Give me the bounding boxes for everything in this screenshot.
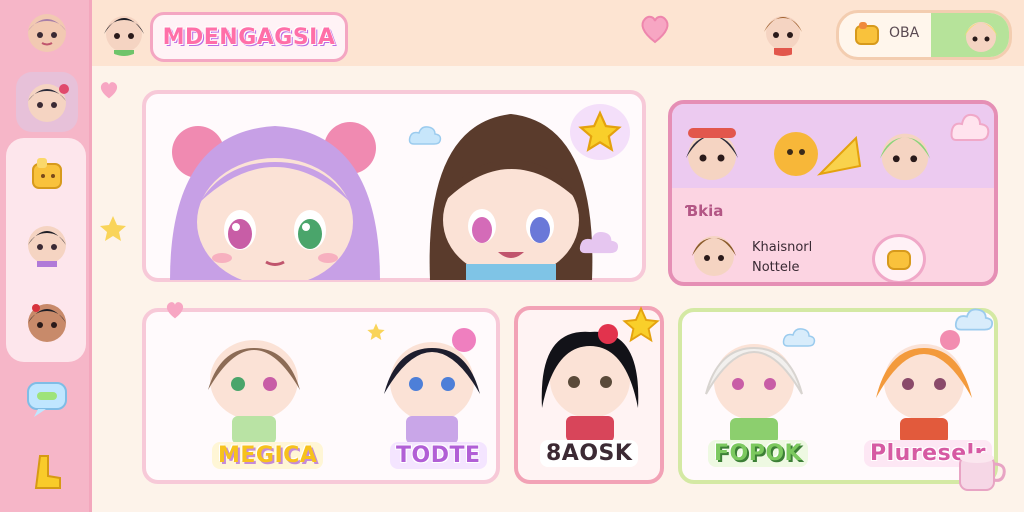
hero-card[interactable] xyxy=(142,90,646,282)
event-join-button[interactable] xyxy=(872,234,926,282)
event-description: Khaisnorl Nottele xyxy=(752,238,812,278)
heart-icon xyxy=(166,302,184,319)
avatar-icon xyxy=(686,128,738,180)
sidebar-item-profile[interactable] xyxy=(16,2,78,62)
heart-icon xyxy=(100,82,118,99)
sidebar-item-friend-2[interactable] xyxy=(16,292,78,352)
cloud-icon xyxy=(408,126,442,145)
friend-avatar[interactable] xyxy=(758,6,808,56)
character-sprite xyxy=(208,340,300,444)
sidebar-item-chat[interactable] xyxy=(16,72,78,132)
bread-icon xyxy=(887,250,911,270)
character-card-group[interactable]: FOPOK Plureselr xyxy=(678,308,998,484)
star-icon xyxy=(578,110,622,152)
character-portrait xyxy=(170,122,380,280)
cloud-icon xyxy=(579,231,619,254)
avatar-icon xyxy=(28,304,66,342)
app-logo: MDENGAGSIA xyxy=(150,12,348,62)
character-card-group[interactable]: MEGICA TODTE xyxy=(142,308,500,484)
status-label: OBA xyxy=(889,25,920,41)
avatar-icon xyxy=(964,22,998,52)
sidebar-item-more[interactable] xyxy=(16,442,78,502)
character-name: FOPOK xyxy=(708,440,809,467)
cloud-icon xyxy=(782,328,816,347)
star-icon xyxy=(100,216,126,241)
sidebar-item-messages[interactable] xyxy=(16,370,78,430)
speech-bubble-icon xyxy=(27,382,67,417)
avatar-icon xyxy=(879,133,931,181)
avatar-icon xyxy=(28,84,69,122)
bread-icon xyxy=(32,158,62,189)
avatar-icon xyxy=(100,8,148,56)
avatar-icon xyxy=(28,226,66,267)
star-bubble[interactable] xyxy=(570,104,630,160)
sidebar-item-friend-1[interactable] xyxy=(16,214,78,274)
character-name: 8AOSK xyxy=(540,440,639,467)
star-icon xyxy=(367,323,385,340)
character-name: TODTE xyxy=(390,442,487,469)
character-name: MEGICA xyxy=(212,442,324,469)
character-sprite xyxy=(876,330,972,444)
heart-icon xyxy=(641,15,669,44)
event-tag: Ɓkia xyxy=(686,202,724,220)
avatar-icon xyxy=(764,16,802,56)
boot-icon xyxy=(34,455,61,489)
bread-icon xyxy=(855,22,879,45)
cup-icon xyxy=(959,453,1006,491)
sidebar-item-shop[interactable] xyxy=(16,144,78,204)
user-avatar[interactable] xyxy=(100,8,148,56)
sidebar xyxy=(0,0,92,512)
star-icon xyxy=(622,306,660,343)
cloud-icon xyxy=(954,308,994,331)
event-card[interactable]: Ɓkia Khaisnorl Nottele xyxy=(668,100,998,286)
avatar-icon xyxy=(692,236,736,276)
event-line: Nottele xyxy=(752,260,800,275)
character-card[interactable]: 8AOSK xyxy=(514,306,664,484)
status-pill[interactable]: OBA xyxy=(836,10,1012,60)
snack-icon xyxy=(774,132,862,176)
event-line: Khaisnorl xyxy=(752,240,813,255)
character-sprite xyxy=(384,328,480,444)
avatar-icon xyxy=(28,14,66,52)
cloud-icon xyxy=(950,113,990,141)
